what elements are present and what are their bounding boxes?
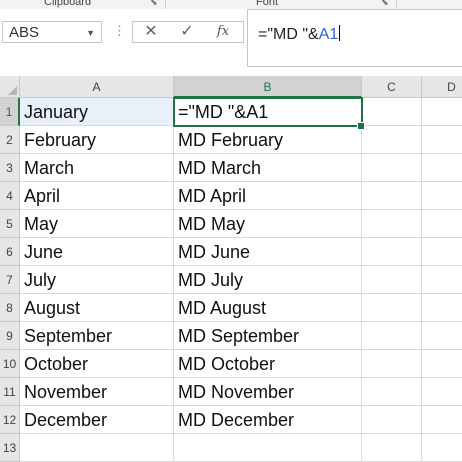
- ribbon-separator: [165, 0, 166, 9]
- cell-c[interactable]: [362, 266, 422, 294]
- cell-d[interactable]: [422, 434, 462, 462]
- row-header[interactable]: 12: [0, 406, 20, 434]
- cell-a[interactable]: June: [20, 238, 174, 266]
- cell-d[interactable]: [422, 266, 462, 294]
- cell-a[interactable]: [20, 434, 174, 462]
- cell-c[interactable]: [362, 182, 422, 210]
- worksheet-grid: A B C D 1 January ="MD "&A1 2 February MD Feb…: [0, 76, 462, 462]
- cell-a[interactable]: May: [20, 210, 174, 238]
- name-box[interactable]: ABS ▼: [2, 21, 102, 43]
- name-box-value: ABS: [9, 24, 40, 41]
- row-header[interactable]: 11: [0, 378, 20, 406]
- cell-d[interactable]: [422, 182, 462, 210]
- row-header[interactable]: 5: [0, 210, 20, 238]
- cell-c[interactable]: [362, 294, 422, 322]
- cell-b[interactable]: [174, 434, 362, 462]
- select-all-triangle-icon: [8, 86, 17, 95]
- row-header[interactable]: 6: [0, 238, 20, 266]
- cell-c[interactable]: [362, 210, 422, 238]
- enter-check-icon[interactable]: ✓: [173, 23, 201, 41]
- cell-d[interactable]: [422, 406, 462, 434]
- row-header[interactable]: 2: [0, 126, 20, 154]
- cell-b[interactable]: MD April: [174, 182, 362, 210]
- cell-a[interactable]: October: [20, 350, 174, 378]
- cell-b[interactable]: MD September: [174, 322, 362, 350]
- font-dialog-launcher-icon[interactable]: ⬊: [381, 0, 389, 8]
- chevron-down-icon[interactable]: ▼: [86, 28, 95, 38]
- clipboard-dialog-launcher-icon[interactable]: ⬊: [150, 0, 158, 8]
- cell-d[interactable]: [422, 154, 462, 182]
- row-header[interactable]: 8: [0, 294, 20, 322]
- cell-a[interactable]: July: [20, 266, 174, 294]
- row-header[interactable]: 13: [0, 434, 20, 462]
- text-caret: [339, 25, 341, 41]
- cell-a[interactable]: September: [20, 322, 174, 350]
- formula-bar-buttons: ✕ ✓ fx: [132, 21, 244, 43]
- cell-c[interactable]: [362, 238, 422, 266]
- row-header[interactable]: 10: [0, 350, 20, 378]
- cell-d[interactable]: [422, 98, 462, 126]
- cancel-icon[interactable]: ✕: [137, 23, 165, 41]
- formula-input[interactable]: ="MD "&A1: [247, 9, 462, 67]
- cell-a[interactable]: December: [20, 406, 174, 434]
- cell-b[interactable]: MD May: [174, 210, 362, 238]
- ribbon-separator: [396, 0, 397, 9]
- column-header-b[interactable]: B: [174, 76, 362, 98]
- column-header-c[interactable]: C: [362, 76, 422, 98]
- fill-handle[interactable]: [357, 122, 365, 130]
- cell-c[interactable]: [362, 350, 422, 378]
- cell-c[interactable]: [362, 434, 422, 462]
- cell-d[interactable]: [422, 322, 462, 350]
- row-header[interactable]: 7: [0, 266, 20, 294]
- insert-function-icon[interactable]: fx: [209, 23, 237, 41]
- cell-a[interactable]: January: [20, 98, 174, 126]
- cell-b[interactable]: MD November: [174, 378, 362, 406]
- cell-a[interactable]: November: [20, 378, 174, 406]
- cell-d[interactable]: [422, 350, 462, 378]
- cell-b[interactable]: MD July: [174, 266, 362, 294]
- ribbon-group-clipboard-label: Clipboard: [44, 0, 92, 8]
- cell-a[interactable]: February: [20, 126, 174, 154]
- cell-b[interactable]: ="MD "&A1: [174, 98, 362, 126]
- cell-b[interactable]: MD August: [174, 294, 362, 322]
- cell-c[interactable]: [362, 126, 422, 154]
- cell-b[interactable]: MD December: [174, 406, 362, 434]
- cell-a[interactable]: March: [20, 154, 174, 182]
- cell-d[interactable]: [422, 378, 462, 406]
- formula-prefix: ="MD "&: [258, 26, 319, 43]
- cell-d[interactable]: [422, 210, 462, 238]
- cell-c[interactable]: [362, 154, 422, 182]
- cell-c[interactable]: [362, 322, 422, 350]
- cell-b[interactable]: MD October: [174, 350, 362, 378]
- formula-bar-grip-icon[interactable]: ⋮: [113, 23, 126, 39]
- cell-b[interactable]: MD February: [174, 126, 362, 154]
- cell-c[interactable]: [362, 406, 422, 434]
- formula-text: ="MD "&A1: [258, 25, 341, 44]
- cell-a[interactable]: April: [20, 182, 174, 210]
- column-header-d[interactable]: D: [422, 76, 462, 98]
- cell-d[interactable]: [422, 238, 462, 266]
- cell-d[interactable]: [422, 294, 462, 322]
- cell-a[interactable]: August: [20, 294, 174, 322]
- column-header-a[interactable]: A: [20, 76, 174, 98]
- formula-cell-ref: A1: [318, 26, 339, 43]
- row-header[interactable]: 3: [0, 154, 20, 182]
- cell-d[interactable]: [422, 126, 462, 154]
- cell-b[interactable]: MD June: [174, 238, 362, 266]
- row-header[interactable]: 1: [0, 98, 20, 126]
- cell-c[interactable]: [362, 378, 422, 406]
- cell-b[interactable]: MD March: [174, 154, 362, 182]
- row-header[interactable]: 9: [0, 322, 20, 350]
- cell-c[interactable]: [362, 98, 422, 126]
- row-header[interactable]: 4: [0, 182, 20, 210]
- ribbon-group-font-label: Font: [256, 0, 279, 8]
- select-all-button[interactable]: [0, 76, 20, 98]
